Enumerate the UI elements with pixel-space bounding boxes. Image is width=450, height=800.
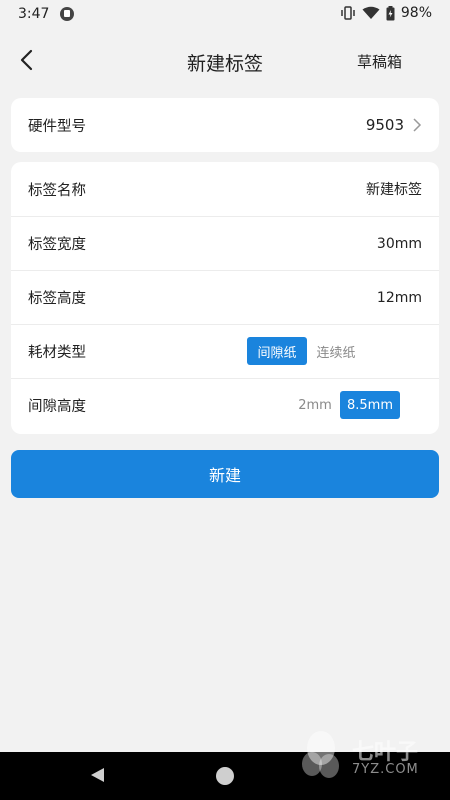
watermark: 七叶子 7YZ.COM: [296, 728, 446, 788]
nav-home-icon[interactable]: [216, 767, 234, 785]
width-value[interactable]: 30mm: [377, 236, 422, 252]
name-row[interactable]: 标签名称 新建标签: [11, 162, 439, 216]
battery-percent: 98%: [400, 5, 432, 21]
battery-icon: [386, 5, 395, 20]
hardware-card: 硬件型号 9503: [11, 98, 439, 152]
material-label: 耗材类型: [28, 345, 86, 361]
name-value[interactable]: 新建标签: [366, 179, 422, 199]
watermark-leaf-icon: [302, 731, 339, 778]
app-bar: 新建标签 草稿箱: [0, 28, 450, 92]
material-option-continuous-paper[interactable]: 连续纸: [309, 337, 363, 365]
create-button[interactable]: 新建: [11, 450, 439, 498]
hardware-value: 9503: [365, 116, 404, 134]
width-row[interactable]: 标签宽度 30mm: [11, 216, 439, 270]
status-icons: 98%: [340, 5, 432, 21]
label-settings-card: 标签名称 新建标签 标签宽度 30mm 标签高度 12mm 耗材类型 间隙纸 连…: [11, 162, 439, 434]
vibrate-icon: [341, 6, 355, 20]
gap-option-8-5mm[interactable]: 8.5mm: [340, 391, 400, 419]
hardware-label: 硬件型号: [28, 118, 86, 135]
status-time: 3:47: [18, 6, 50, 22]
gap-label: 间隙高度: [28, 399, 86, 415]
hardware-row[interactable]: 硬件型号 9503: [11, 98, 439, 152]
height-label: 标签高度: [28, 291, 86, 307]
chevron-right-icon: [413, 118, 422, 132]
gap-row: 间隙高度 2mm 8.5mm: [11, 378, 439, 432]
nav-back-icon[interactable]: [91, 768, 104, 782]
notification-icon: [60, 7, 74, 21]
gap-option-2mm[interactable]: 2mm: [295, 391, 335, 419]
width-label: 标签宽度: [28, 237, 86, 253]
watermark-sub: 7YZ.COM: [352, 762, 419, 777]
drafts-button[interactable]: 草稿箱: [357, 51, 402, 72]
height-row[interactable]: 标签高度 12mm: [11, 270, 439, 324]
wifi-icon: [362, 6, 380, 19]
material-option-gap-paper[interactable]: 间隙纸: [247, 337, 307, 365]
name-label: 标签名称: [28, 182, 86, 199]
status-bar: 3:47 98%: [0, 0, 450, 28]
material-row: 耗材类型 间隙纸 连续纸: [11, 324, 439, 378]
height-value[interactable]: 12mm: [377, 290, 422, 306]
